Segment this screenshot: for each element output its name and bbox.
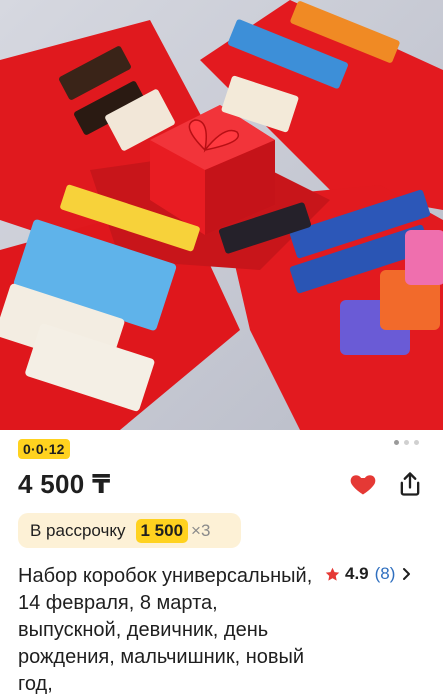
installment-multiplier: ×3 (191, 520, 211, 540)
share-icon (400, 472, 420, 496)
rating-score: 4.9 (345, 564, 369, 583)
star-icon (325, 567, 340, 581)
installment-label: В рассрочку (30, 520, 126, 540)
installment-amount: 1 500 (135, 518, 189, 543)
heart-icon (350, 475, 376, 495)
gallery-dot-3[interactable] (414, 440, 419, 445)
photo-counter-badge: 0·0·12 (18, 439, 70, 459)
product-price: 4 500 ₸ (18, 469, 111, 499)
chevron-right-icon (403, 568, 411, 580)
rating-summary[interactable]: 4.9 (8) (324, 564, 413, 584)
gallery-dot-2[interactable] (404, 440, 409, 445)
share-button[interactable] (396, 470, 424, 498)
product-title: Набор коробок универсальный, 14 февраля,… (18, 565, 313, 695)
product-photo-illustration (0, 0, 443, 430)
reviews-count-link[interactable]: (8) (375, 564, 396, 584)
gallery-pagination-dots[interactable] (394, 440, 419, 445)
product-photo[interactable] (0, 0, 443, 430)
favorite-button[interactable] (349, 470, 377, 498)
installment-offer[interactable]: В рассрочку 1 500 ×3 (18, 513, 241, 548)
gallery-dot-1[interactable] (394, 440, 399, 445)
